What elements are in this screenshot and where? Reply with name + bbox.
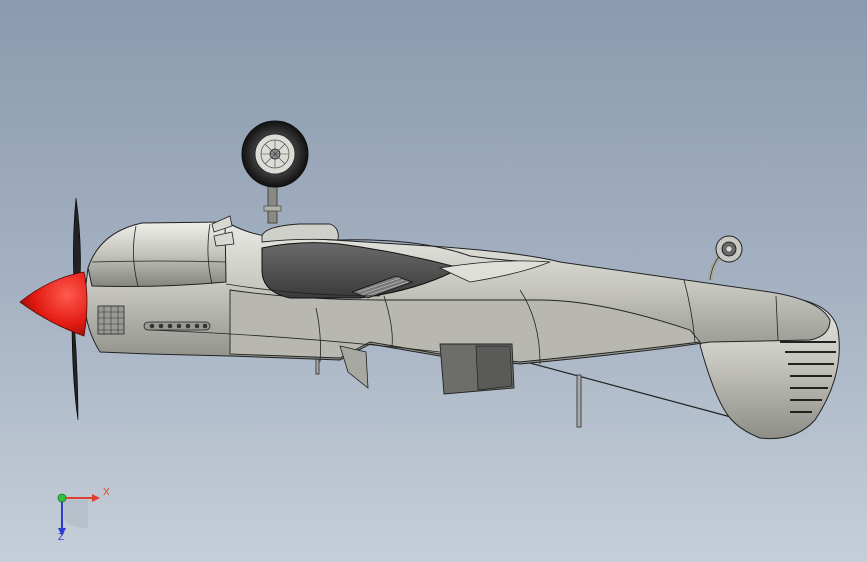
landing-gear-wheel[interactable] (241, 120, 309, 224)
engine-cowling[interactable] (87, 221, 227, 287)
x-axis-label: X (103, 487, 110, 498)
gear-door[interactable] (439, 343, 515, 395)
aircraft-model[interactable] (0, 0, 867, 562)
tail-wheel[interactable] (707, 235, 743, 281)
exhaust-stacks (143, 321, 211, 331)
coordinate-triad: X Z (40, 478, 120, 548)
y-axis-dot (57, 493, 67, 503)
cowl-grille (97, 305, 125, 335)
wing-flap (339, 345, 369, 389)
windscreen-frame (261, 223, 339, 243)
graphics-viewport[interactable]: X Z (0, 0, 867, 562)
propeller-spinner[interactable] (19, 271, 88, 337)
z-axis-label: Z (58, 532, 65, 543)
